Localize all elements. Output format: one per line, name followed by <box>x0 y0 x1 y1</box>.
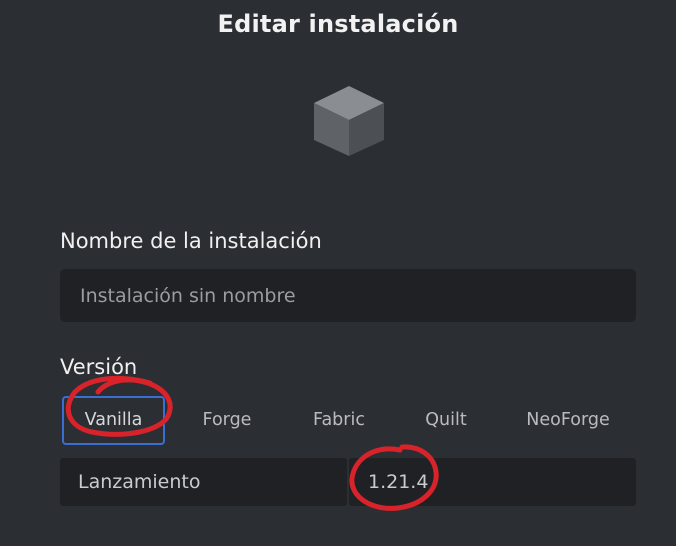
tab-fabric[interactable]: Fabric <box>284 396 394 445</box>
version-label: Versión <box>60 355 138 379</box>
release-type-select[interactable]: Lanzamiento <box>60 458 347 506</box>
next-section-label-cut <box>60 534 67 546</box>
installation-name-input[interactable] <box>60 269 636 322</box>
version-select-row: Lanzamiento 1.21.4 <box>60 458 636 506</box>
page-title: Editar instalación <box>217 10 459 38</box>
tab-vanilla[interactable]: Vanilla <box>62 396 165 445</box>
loader-tabs: Vanilla Forge Fabric Quilt NeoForge <box>60 396 636 445</box>
installation-name-label: Nombre de la instalación <box>60 229 322 253</box>
edit-installation-dialog: Editar instalación Nombre de la instalac… <box>0 0 676 546</box>
tab-quilt[interactable]: Quilt <box>396 396 496 445</box>
tab-neoforge[interactable]: NeoForge <box>504 396 632 445</box>
tab-forge[interactable]: Forge <box>172 396 282 445</box>
cube-icon[interactable] <box>310 84 388 158</box>
version-number-select[interactable]: 1.21.4 <box>349 458 636 506</box>
